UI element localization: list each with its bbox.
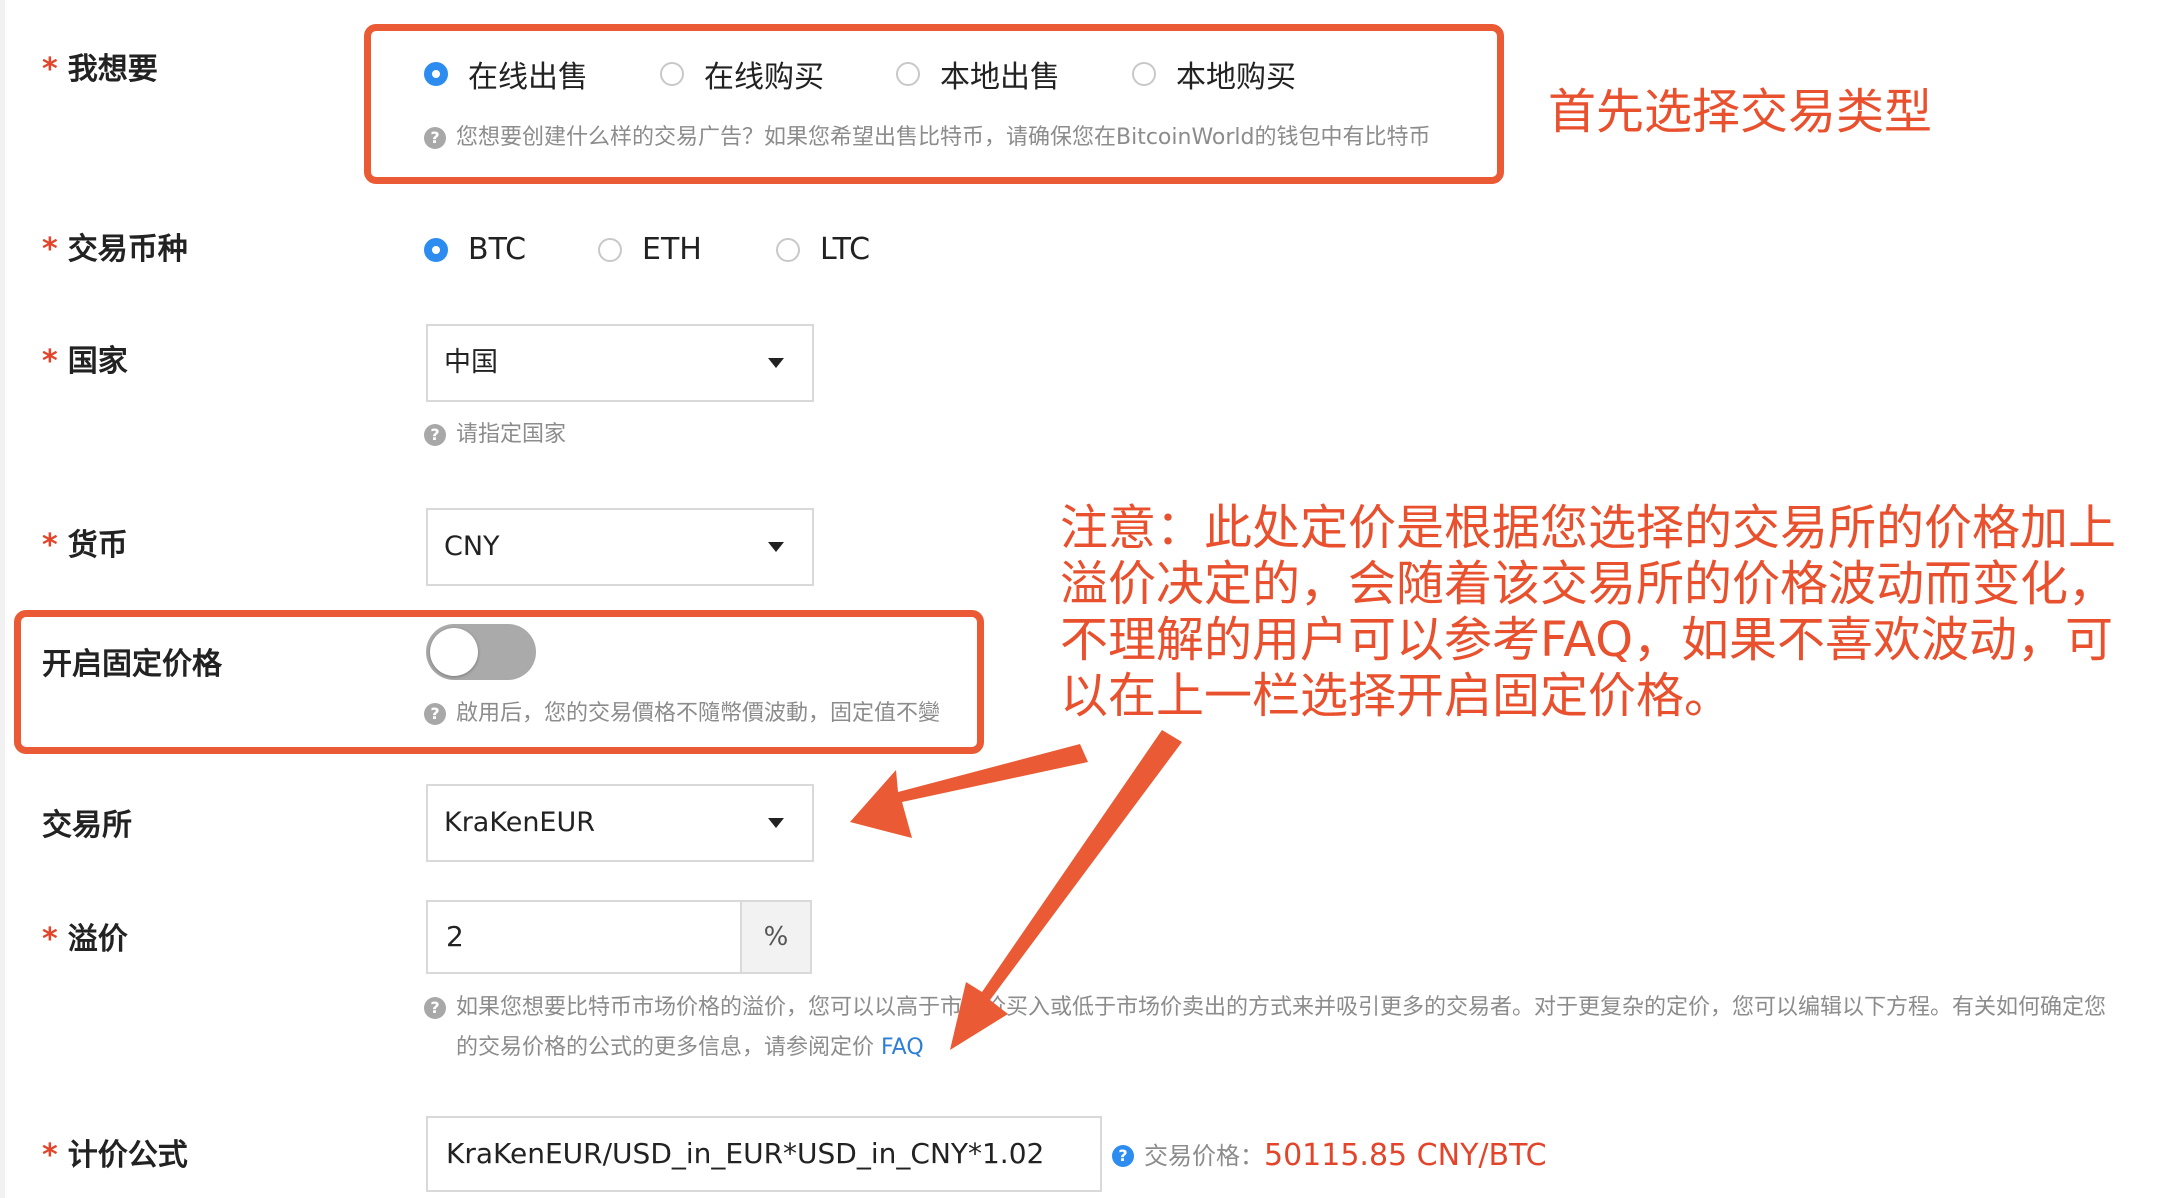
arrow-icon (850, 730, 1182, 1050)
arrow-to-exchange (850, 744, 1088, 838)
